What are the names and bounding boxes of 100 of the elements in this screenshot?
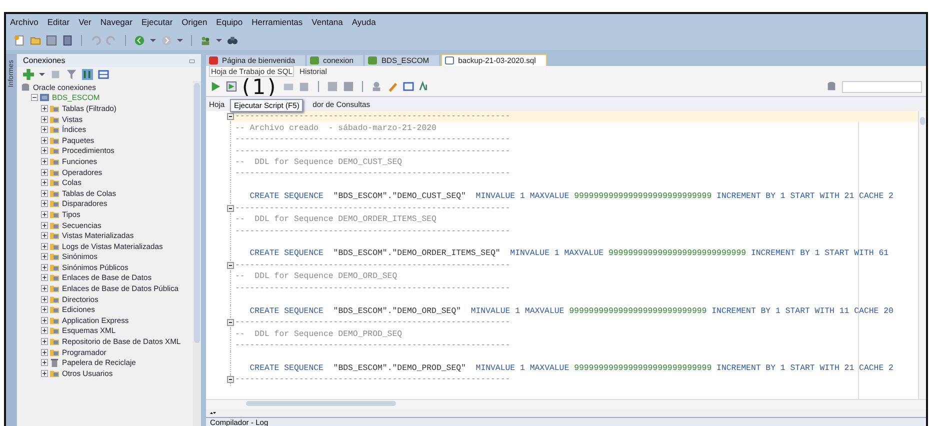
menu-item[interactable]: Ayuda bbox=[352, 17, 376, 27]
new-file-icon[interactable] bbox=[14, 34, 25, 46]
expand-icon[interactable] bbox=[41, 136, 48, 144]
caret-icon[interactable] bbox=[177, 37, 183, 43]
code-line: -------------------------------------------------------- bbox=[235, 260, 510, 270]
folder-icon bbox=[50, 262, 59, 272]
expand-icon[interactable] bbox=[41, 296, 48, 303]
caret-icon[interactable] bbox=[39, 71, 45, 77]
minimize-icon[interactable] bbox=[189, 58, 195, 64]
code-line: -- DDL for Sequence DEMO_ORDER_ITEMS_SEQ bbox=[235, 215, 436, 224]
code-line: -- DDL for Sequence DEMO_ORD_SEQ bbox=[235, 272, 398, 282]
folder-icon bbox=[50, 348, 59, 357]
expand-icon[interactable] bbox=[41, 285, 48, 292]
code-line: CREATE SEQUENCE "BDS_ESCOM"."DEMO_ORD_SEQ" MINVALUE 1 MAXVALUE 9999999999999999999999999999 INCREMENT BY 1 START WITH 11 CACHE 20 bbox=[248, 306, 894, 316]
connection-icon bbox=[368, 56, 378, 65]
database-icon bbox=[826, 81, 837, 92]
fold-icon[interactable] bbox=[227, 204, 234, 212]
code-line: -------------------------------------------------------- bbox=[235, 204, 510, 213]
expand-icon[interactable] bbox=[41, 104, 48, 112]
folder-icon bbox=[50, 305, 59, 314]
monitor-icon[interactable] bbox=[402, 81, 414, 92]
code-line: -------------------------------------------------------- bbox=[235, 226, 510, 236]
expand-icon[interactable] bbox=[41, 200, 48, 208]
fold-icon[interactable] bbox=[227, 113, 234, 120]
expand-icon[interactable] bbox=[41, 264, 48, 271]
expand-icon[interactable] bbox=[41, 348, 48, 356]
menu-item[interactable]: Ventana bbox=[312, 17, 343, 27]
folder-icon bbox=[50, 252, 59, 262]
scrollbar[interactable] bbox=[206, 399, 926, 409]
menu-item[interactable]: Editar bbox=[47, 17, 70, 27]
expand-icon[interactable] bbox=[41, 222, 48, 229]
expand-icon[interactable] bbox=[41, 179, 48, 186]
code-line: CREATE SEQUENCE "BDS_ESCOM"."DEMO_ORDER_ITEMS_SEQ" MINVALUE 1 MAXVALUE 9999999999999999999999999999 INCREMENT BY 1 START WITH 61 bbox=[248, 249, 889, 258]
binoculars-icon[interactable] bbox=[227, 34, 238, 46]
run-icon[interactable] bbox=[210, 81, 221, 92]
code-line: CREATE SEQUENCE "BDS_ESCOM"."DEMO_CUST_SEQ" MINVALUE 1 MAXVALUE 9999999999999999999999999999 INCREMENT BY 1 START WITH 21 CACHE 2 bbox=[248, 192, 894, 202]
expand-icon[interactable] bbox=[41, 338, 48, 346]
collapse-icon[interactable] bbox=[31, 94, 38, 102]
trash-icon bbox=[50, 358, 59, 368]
run-script-icon[interactable] bbox=[226, 81, 237, 92]
panel-title: Conexiones bbox=[23, 56, 66, 65]
expand-icon[interactable] bbox=[41, 147, 48, 154]
fold-icon[interactable] bbox=[227, 319, 234, 326]
folder-icon bbox=[50, 188, 59, 198]
folder-icon bbox=[50, 104, 59, 113]
annotation-label: (1) bbox=[242, 76, 278, 98]
menu-item[interactable]: Ver bbox=[78, 17, 92, 27]
expand-icon[interactable] bbox=[41, 168, 48, 176]
folder-icon bbox=[50, 273, 59, 282]
scrollbar[interactable] bbox=[193, 81, 201, 426]
expand-icon[interactable] bbox=[41, 370, 48, 377]
folder-icon bbox=[50, 368, 59, 378]
folder-icon bbox=[50, 199, 59, 208]
code-line: -- DDL for Sequence DEMO_PROD_SEQ bbox=[235, 330, 402, 339]
folder-icon bbox=[50, 337, 59, 346]
expand-icon[interactable] bbox=[41, 253, 48, 260]
menu-item[interactable]: Origen bbox=[182, 17, 208, 27]
folder-icon bbox=[50, 146, 59, 156]
fold-icon[interactable] bbox=[227, 376, 234, 384]
connection-icon bbox=[40, 93, 49, 102]
folder-icon bbox=[50, 231, 59, 240]
folder-icon bbox=[50, 136, 59, 145]
database-icon bbox=[21, 82, 30, 92]
expand-icon[interactable] bbox=[41, 126, 48, 134]
menu-item[interactable]: Ejecutar bbox=[141, 17, 173, 27]
menu-item[interactable]: Archivo bbox=[10, 17, 38, 27]
menu-item[interactable]: Navegar bbox=[100, 17, 132, 27]
expand-icon[interactable] bbox=[41, 306, 48, 314]
expand-icon[interactable] bbox=[41, 327, 48, 334]
folder-icon bbox=[50, 168, 59, 177]
folder-icon bbox=[50, 178, 59, 188]
code-line: -------------------------------------------------------- bbox=[235, 284, 510, 293]
code-line: -------------------------------------------------------- bbox=[235, 135, 510, 144]
caret-icon[interactable] bbox=[216, 37, 222, 43]
folder-icon bbox=[50, 210, 59, 219]
expand-icon[interactable] bbox=[41, 359, 48, 366]
code-line: -------------------------------------------------------- bbox=[235, 318, 510, 328]
folder-icon bbox=[50, 220, 59, 230]
expand-icon[interactable] bbox=[41, 210, 48, 218]
expand-icon[interactable] bbox=[41, 116, 48, 123]
expand-icon[interactable] bbox=[41, 232, 48, 240]
back-icon[interactable] bbox=[134, 34, 145, 46]
expand-icon[interactable] bbox=[41, 190, 48, 197]
menu-item[interactable]: Equipo bbox=[216, 17, 243, 27]
menu-item[interactable]: Herramientas bbox=[252, 17, 303, 27]
welcome-icon bbox=[209, 56, 218, 65]
expand-icon[interactable] bbox=[41, 242, 48, 250]
expand-icon[interactable] bbox=[41, 316, 48, 324]
expand-icon[interactable] bbox=[41, 274, 48, 282]
code-line: -- Archivo creado - sábado-marzo-21-2020 bbox=[235, 124, 436, 133]
folder-icon bbox=[50, 284, 59, 294]
scrollbar[interactable] bbox=[918, 111, 926, 399]
caret-icon[interactable] bbox=[150, 37, 156, 43]
fold-icon[interactable] bbox=[227, 262, 234, 269]
expand-icon[interactable] bbox=[41, 158, 48, 165]
folder-icon bbox=[50, 242, 59, 251]
up-down-arrows-icon[interactable] bbox=[210, 410, 216, 416]
folder-icon bbox=[50, 294, 59, 304]
code-line: -------------------------------------------------------- bbox=[235, 146, 510, 156]
add-icon[interactable] bbox=[23, 68, 34, 80]
